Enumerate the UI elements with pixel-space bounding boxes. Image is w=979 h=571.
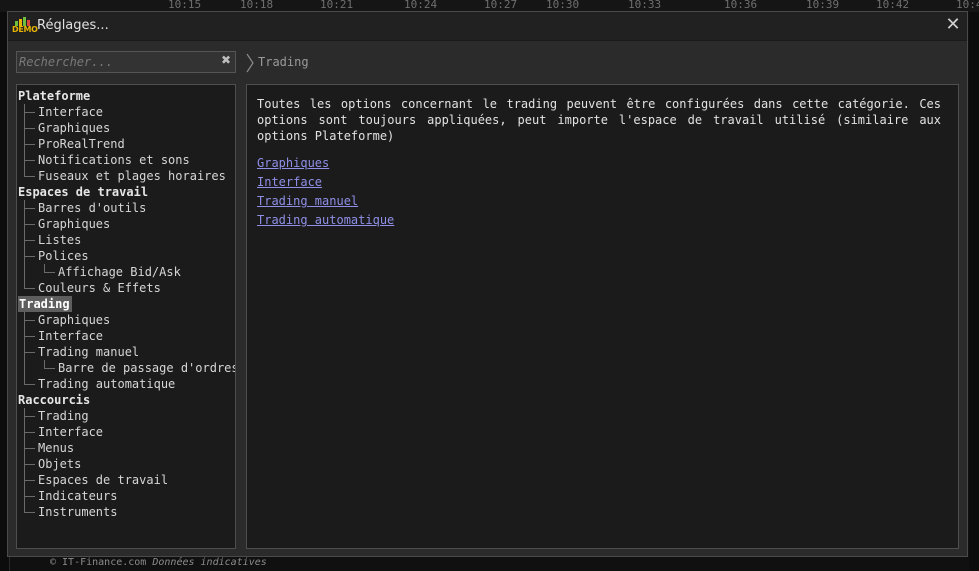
time-tick-label: 10:24 bbox=[404, 0, 438, 11]
footer-copyright: © IT-Finance.com bbox=[50, 557, 147, 568]
search-input[interactable] bbox=[19, 54, 215, 70]
subcategory-link[interactable]: Graphiques bbox=[257, 156, 329, 170]
tree-item[interactable]: Listes bbox=[38, 232, 81, 248]
breadcrumb-current: Trading bbox=[258, 55, 309, 69]
subcategory-link[interactable]: Trading automatique bbox=[257, 213, 394, 227]
tree-connector-horizontal bbox=[24, 352, 35, 353]
time-tick-label: 10:15 bbox=[168, 0, 202, 11]
tree-connector-horizontal bbox=[24, 496, 35, 497]
tree-item[interactable]: Fuseaux et plages horaires bbox=[38, 168, 226, 184]
tree-connector-horizontal bbox=[24, 336, 35, 337]
tree-connector-horizontal bbox=[24, 320, 35, 321]
time-tick-label: 10:27 bbox=[484, 0, 518, 11]
tree-connector-vertical bbox=[24, 312, 25, 384]
time-tick-label: 10:42 bbox=[876, 0, 910, 11]
demo-label: DEMO bbox=[12, 25, 38, 34]
tree-connector-horizontal bbox=[24, 144, 35, 145]
tree-connector-vertical bbox=[24, 104, 25, 176]
time-tick-label: 10:33 bbox=[628, 0, 662, 11]
tree-subitem[interactable]: Affichage Bid/Ask bbox=[58, 264, 181, 280]
tree-subitem[interactable]: Barre de passage d'ordres bbox=[58, 360, 235, 376]
tree-item[interactable]: Indicateurs bbox=[38, 488, 117, 504]
demo-badge-icon: DEMO bbox=[12, 17, 38, 35]
tree-connector-horizontal bbox=[24, 240, 35, 241]
subcategory-link[interactable]: Trading manuel bbox=[257, 194, 358, 208]
tree-item[interactable]: Barres d'outils bbox=[38, 200, 146, 216]
tree-connector-horizontal bbox=[44, 368, 55, 369]
tree-item[interactable]: Graphiques bbox=[38, 120, 110, 136]
tree-item[interactable]: Interface bbox=[38, 328, 103, 344]
tree-connector-horizontal bbox=[24, 112, 35, 113]
tree-connector-horizontal bbox=[24, 464, 35, 465]
content-panel: Toutes les options concernant le trading… bbox=[246, 84, 959, 549]
tree-connector-horizontal bbox=[24, 512, 35, 513]
tree-connector-horizontal bbox=[24, 208, 35, 209]
tree-connector-vertical bbox=[24, 408, 25, 512]
subcategory-link[interactable]: Interface bbox=[257, 175, 322, 189]
tree-connector-vertical bbox=[44, 360, 45, 368]
right-price-strip bbox=[969, 12, 979, 571]
time-tick-label: 10:45 bbox=[956, 0, 979, 11]
tree-item[interactable]: Graphiques bbox=[38, 312, 110, 328]
tree-item[interactable]: Graphiques bbox=[38, 216, 110, 232]
tree-connector-horizontal bbox=[24, 288, 35, 289]
tree-item[interactable]: Trading bbox=[38, 408, 89, 424]
tree-connector-horizontal bbox=[24, 176, 35, 177]
tree-item[interactable]: Interface bbox=[38, 104, 103, 120]
close-button[interactable]: ✕ bbox=[943, 15, 963, 35]
tree-connector-horizontal bbox=[24, 224, 35, 225]
tree-connector-vertical bbox=[24, 200, 25, 288]
tree-connector-horizontal bbox=[24, 256, 35, 257]
time-tick-label: 10:36 bbox=[724, 0, 758, 11]
settings-tree: Plateforme Interface Graphiques ProRealTren… bbox=[16, 84, 236, 549]
tree-item[interactable]: Interface bbox=[38, 424, 103, 440]
tree-connector-horizontal bbox=[24, 448, 35, 449]
tree-connector-horizontal bbox=[44, 272, 55, 273]
time-tick-label: 10:39 bbox=[806, 0, 840, 11]
tree-item[interactable]: Instruments bbox=[38, 504, 117, 520]
footer-disclaimer: Données indicatives bbox=[152, 557, 267, 568]
category-description: Toutes les options concernant le trading… bbox=[257, 97, 941, 143]
tree-item[interactable]: Objets bbox=[38, 456, 81, 472]
tree-connector-vertical bbox=[44, 264, 45, 272]
settings-dialog: DEMO Réglages... ✕ ✖ Trading PlateformeI… bbox=[7, 11, 968, 557]
tree-category[interactable]: Trading bbox=[18, 296, 72, 312]
tree-connector-horizontal bbox=[24, 480, 35, 481]
tree-connector-horizontal bbox=[24, 384, 35, 385]
tree-item[interactable]: Espaces de travail bbox=[38, 472, 168, 488]
tree-item[interactable]: Polices bbox=[38, 248, 89, 264]
tree-item[interactable]: Notifications et sons bbox=[38, 152, 190, 168]
footer-note: © IT-Finance.com Données indicatives bbox=[50, 557, 267, 568]
time-tick-label: 10:30 bbox=[546, 0, 580, 11]
clear-search-icon[interactable]: ✖ bbox=[221, 53, 231, 67]
chevron-right-icon bbox=[246, 53, 254, 73]
window-title: Réglages... bbox=[37, 18, 109, 33]
tree-connector-horizontal bbox=[24, 160, 35, 161]
tree-item[interactable]: Menus bbox=[38, 440, 74, 456]
tree-connector-horizontal bbox=[24, 128, 35, 129]
time-tick-label: 10:21 bbox=[320, 0, 354, 11]
time-tick-label: 10:18 bbox=[240, 0, 274, 11]
tree-connector-horizontal bbox=[24, 416, 35, 417]
title-bar[interactable]: DEMO Réglages... ✕ bbox=[8, 12, 967, 41]
tree-item[interactable]: Trading manuel bbox=[38, 344, 139, 360]
tree-category[interactable]: Espaces de travail bbox=[18, 184, 148, 200]
tree-category[interactable]: Plateforme bbox=[18, 88, 90, 104]
search-box[interactable]: ✖ bbox=[16, 51, 236, 73]
tree-item[interactable]: ProRealTrend bbox=[38, 136, 125, 152]
tree-connector-horizontal bbox=[24, 432, 35, 433]
tree-item[interactable]: Couleurs & Effets bbox=[38, 280, 161, 296]
tree-item[interactable]: Trading automatique bbox=[38, 376, 175, 392]
tree-category[interactable]: Raccourcis bbox=[18, 392, 90, 408]
